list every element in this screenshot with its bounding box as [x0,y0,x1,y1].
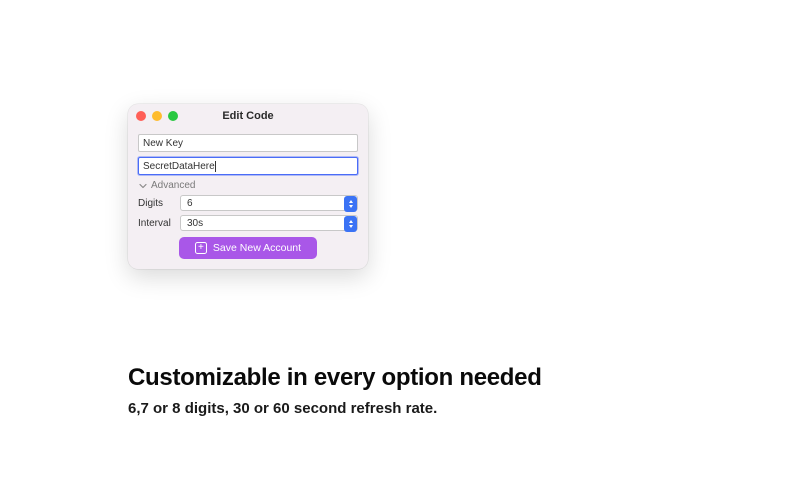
advanced-label: Advanced [151,180,195,191]
window-body: New Key SecretDataHere Advanced Digits 6… [128,128,368,269]
minimize-icon[interactable] [152,111,162,121]
interval-label: Interval [138,218,174,229]
text-cursor [215,161,216,172]
plus-square-icon: + [195,242,207,254]
interval-value: 30s [187,218,203,229]
save-new-account-button[interactable]: + Save New Account [179,237,317,259]
interval-select[interactable]: 30s [180,215,358,231]
chevron-down-icon [138,181,147,190]
name-field-value: New Key [143,138,183,149]
zoom-icon[interactable] [168,111,178,121]
stepper-icon[interactable] [344,196,357,212]
digits-select[interactable]: 6 [180,195,358,211]
digits-label: Digits [138,198,174,209]
digits-value: 6 [187,198,193,209]
secret-field[interactable]: SecretDataHere [138,157,358,175]
close-icon[interactable] [136,111,146,121]
advanced-disclosure[interactable]: Advanced [138,180,358,191]
stepper-icon[interactable] [344,216,357,232]
interval-row: Interval 30s [138,215,358,231]
window-controls [136,111,178,121]
digits-row: Digits 6 [138,195,358,211]
save-button-label: Save New Account [213,242,301,254]
caption-title: Customizable in every option needed [128,364,542,392]
caption-subtitle: 6,7 or 8 digits, 30 or 60 second refresh… [128,400,542,417]
secret-field-value: SecretDataHere [143,161,215,172]
name-field[interactable]: New Key [138,134,358,152]
edit-code-window: Edit Code New Key SecretDataHere Advance… [128,104,368,269]
titlebar: Edit Code [128,104,368,128]
caption-block: Customizable in every option needed 6,7 … [128,364,542,417]
